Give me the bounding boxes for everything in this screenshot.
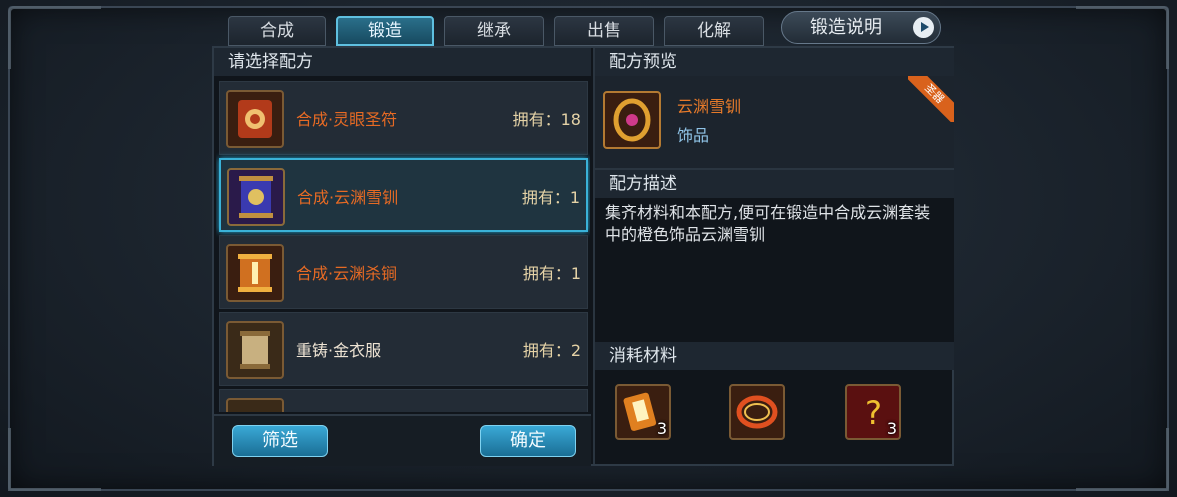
frame-corner [1076,6,1169,69]
frame-corner [8,428,101,491]
recipe-list[interactable]: 合成·灵眼圣符 拥有：18 合成·云渊雪钏 拥有：1 合成·云渊杀锏 拥有：1 [216,78,590,412]
material-count: 3 [886,419,897,438]
recipe-row[interactable]: 合成·云渊杀锏 拥有：1 [219,235,588,309]
item-type: 饰品 [677,126,710,145]
tab-inherit[interactable]: 继承 [444,16,544,46]
bracelet-icon[interactable] [603,91,661,149]
materials-header: 消耗材料 [595,342,954,370]
play-arrow-icon [913,17,934,38]
recipe-owned-count: 拥有：1 [522,264,581,283]
recipe-name: 重铸·金衣服 [296,341,382,360]
scroll-icon [226,321,284,379]
frame-corner [1076,428,1169,491]
recipe-row-selected[interactable]: 合成·云渊雪钏 拥有：1 [219,158,588,232]
recipe-description: 集齐材料和本配方,便可在锻造中合成云渊套装中的橙色饰品云渊雪钏 [595,198,954,348]
rarity-ribbon: 圣器 [908,76,954,122]
tab-dissolve[interactable]: 化解 [664,16,764,46]
frame-corner [8,6,101,69]
recipe-owned-count: 拥有：1 [521,188,580,207]
description-header: 配方描述 [595,170,954,198]
material-scroll-icon[interactable]: 3 [615,384,671,440]
blue-scroll-icon [227,168,285,226]
materials-row: 3 ? 3 [595,370,954,464]
forge-help-button[interactable]: 锻造说明 [781,11,941,44]
recipe-list-header: 请选择配方 [214,48,591,76]
svg-text:?: ? [865,394,882,432]
recipe-name: 合成·云渊雪钏 [297,188,399,207]
tab-sell[interactable]: 出售 [554,16,654,46]
item-preview: 云渊雪钏 饰品 圣器 [595,76,954,170]
unknown-item-icon[interactable]: ? 3 [845,384,901,440]
recipe-detail-panel: 配方预览 云渊雪钏 饰品 圣器 配方描述 集齐材料和本配方,便可在锻造中合成云渊… [593,48,954,464]
recipe-owned-count: 拥有：2 [522,341,581,360]
material-count: 3 [656,419,667,438]
recipe-name: 合成·灵眼圣符 [296,110,398,129]
recipe-list-panel: 请选择配方 合成·灵眼圣符 拥有：18 合成·云渊雪钏 拥有：1 合成·云渊杀锏… [214,48,591,466]
recipe-row[interactable] [219,389,588,412]
recipe-action-bar: 筛选 确定 [214,414,591,466]
recipe-row[interactable]: 合成·灵眼圣符 拥有：18 [219,81,588,155]
forge-tab-bar: 合成 锻造 继承 出售 化解 [228,16,764,46]
scroll-icon [226,90,284,148]
scroll-icon [226,244,284,302]
recipe-owned-count: 拥有：18 [512,110,581,129]
item-name: 云渊雪钏 [677,97,742,116]
preview-header: 配方预览 [595,48,954,76]
tab-forge[interactable]: 锻造 [336,16,434,46]
filter-button[interactable]: 筛选 [232,425,328,457]
tab-synthesize[interactable]: 合成 [228,16,326,46]
recipe-name: 合成·云渊杀锏 [296,264,398,283]
confirm-button[interactable]: 确定 [480,425,576,457]
forge-help-label: 锻造说明 [810,17,882,38]
forge-panel: 请选择配方 合成·灵眼圣符 拥有：18 合成·云渊雪钏 拥有：1 合成·云渊杀锏… [212,46,954,466]
rarity-label: 圣器 [908,76,954,122]
recipe-row[interactable]: 重铸·金衣服 拥有：2 [219,312,588,386]
fire-ring-icon[interactable] [729,384,785,440]
scroll-icon [226,398,284,412]
